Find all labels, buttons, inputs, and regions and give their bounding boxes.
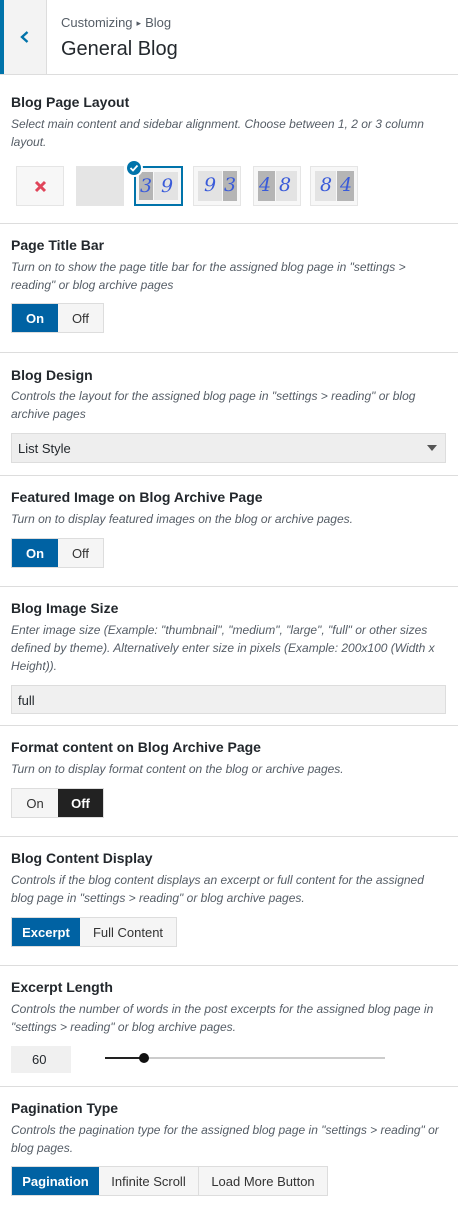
excerpt-length-title: Excerpt Length [11,979,113,995]
infinite-scroll-button[interactable]: Infinite Scroll [99,1167,199,1195]
featured-image-on-button[interactable]: On [12,539,58,567]
layout-digit: 9 [204,174,217,196]
featured-image-toggle: On Off [11,538,104,568]
blog-page-layout-description: Select main content and sidebar alignmen… [11,117,424,149]
pagination-type-description: Controls the pagination type for the ass… [11,1123,439,1155]
layout-option-full-width[interactable] [76,166,124,206]
format-content-off-button[interactable]: Off [58,789,103,817]
blog-image-size-input[interactable]: full [11,685,446,714]
back-button[interactable] [0,0,47,74]
layout-option-none[interactable] [16,166,64,206]
dropdown-arrow-icon [427,445,437,451]
excerpt-button[interactable]: Excerpt [12,918,80,946]
page-title-bar-on-button[interactable]: On [12,304,58,332]
layout-option-8-4[interactable]: 8 4 [310,166,358,206]
layout-digit: 3 [224,174,237,196]
format-content-title: Format content on Blog Archive Page [11,739,261,755]
pagination-button[interactable]: Pagination [12,1167,99,1195]
layout-digit: 8 [279,174,292,196]
blog-content-display-description: Controls if the blog content displays an… [11,873,424,905]
page-title-bar-title: Page Title Bar [11,237,105,253]
blog-image-size-description: Enter image size (Example: "thumbnail", … [11,623,435,673]
format-content-description: Turn on to display format content on the… [11,762,344,776]
layout-option-4-8[interactable]: 4 8 [253,166,301,206]
page-title-bar-off-button[interactable]: Off [58,304,103,332]
layout-option-9-3[interactable]: 9 3 [193,166,241,206]
layout-digit: 3 [140,175,153,197]
layout-digit: 9 [161,175,174,197]
layout-digit: 4 [259,174,272,196]
excerpt-length-value[interactable]: 60 [11,1046,71,1073]
blog-content-display-toggle: Excerpt Full Content [11,917,177,947]
featured-image-off-button[interactable]: Off [58,539,103,567]
blog-content-display-title: Blog Content Display [11,850,153,866]
breadcrumb: Customizing ▸ Blog [61,15,171,30]
page-title-bar-description: Turn on to show the page title bar for t… [11,260,406,292]
blog-design-selected-value: List Style [18,441,71,456]
page-title-bar-toggle: On Off [11,303,104,333]
blog-design-title: Blog Design [11,367,93,383]
pagination-type-title: Pagination Type [11,1100,119,1116]
excerpt-length-slider[interactable] [105,1053,385,1063]
excerpt-length-description: Controls the number of words in the post… [11,1002,434,1034]
pagination-type-toggle: Pagination Infinite Scroll Load More But… [11,1166,328,1196]
chevron-left-icon [20,31,29,43]
page-title: General Blog [61,38,178,60]
breadcrumb-child: Blog [145,15,172,30]
red-x-icon [34,180,47,193]
load-more-button[interactable]: Load More Button [199,1167,327,1195]
format-content-on-button[interactable]: On [12,789,58,817]
breadcrumb-arrow-icon: ▸ [136,18,142,28]
customizer-header: Customizing ▸ Blog General Blog [0,0,458,75]
full-content-button[interactable]: Full Content [80,918,176,946]
layout-digit: 8 [320,174,333,196]
blog-page-layout-title: Blog Page Layout [11,94,130,110]
blog-design-description: Controls the layout for the assigned blo… [11,389,416,421]
breadcrumb-parent: Customizing [61,15,133,30]
format-content-toggle: On Off [11,788,104,818]
blog-design-select[interactable]: List Style [11,433,446,463]
featured-image-title: Featured Image on Blog Archive Page [11,489,263,505]
layout-digit: 4 [340,174,353,196]
blog-image-size-title: Blog Image Size [11,600,119,616]
selected-check-icon [125,159,143,177]
featured-image-description: Turn on to display featured images on th… [11,512,353,526]
